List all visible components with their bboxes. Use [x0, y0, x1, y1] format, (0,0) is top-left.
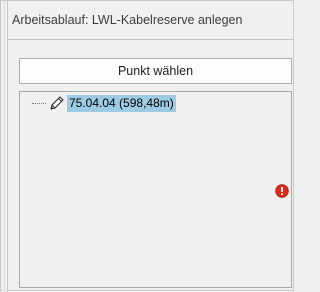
- tree-node[interactable]: 75.04.04 (598,48m): [32, 94, 176, 112]
- pick-point-button[interactable]: Punkt wählen: [19, 58, 292, 84]
- title-divider: [8, 39, 294, 40]
- workflow-panel: Arbeitsablauf: LWL-Kabelreserve anlegen …: [0, 0, 294, 292]
- point-tree[interactable]: 75.04.04 (598,48m): [19, 91, 292, 288]
- tree-connector-line: [32, 102, 46, 104]
- tree-node-label[interactable]: 75.04.04 (598,48m): [67, 94, 176, 112]
- pencil-icon: [47, 94, 65, 112]
- error-icon[interactable]: [275, 184, 289, 198]
- workflow-title: Arbeitsablauf: LWL-Kabelreserve anlegen: [12, 13, 243, 27]
- panel-splitter[interactable]: [2, 1, 8, 292]
